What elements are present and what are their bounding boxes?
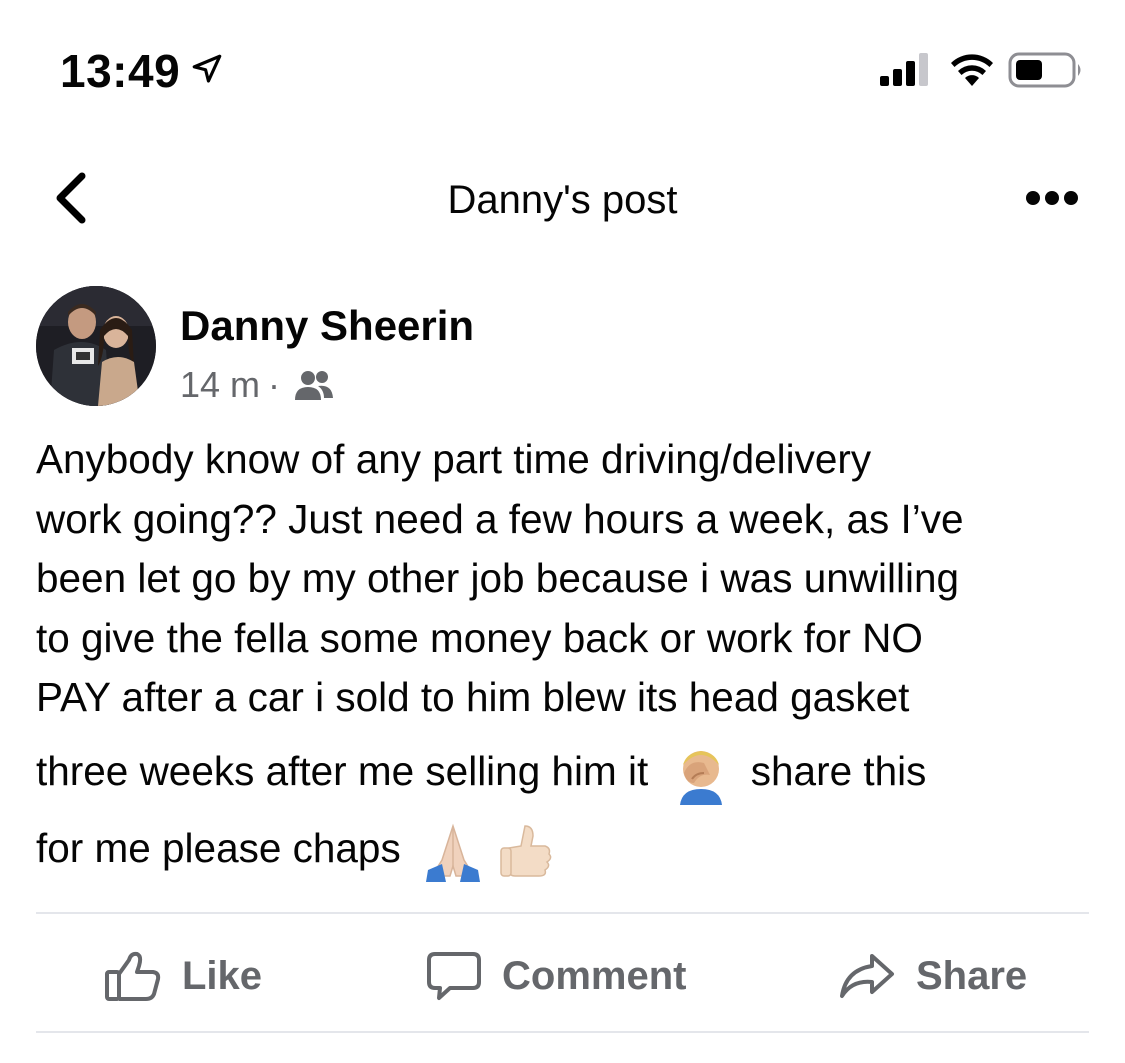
share-label: Share: [916, 953, 1028, 998]
post-line: to give the fella some money back or wor…: [36, 614, 923, 661]
post-line: three weeks after me selling him it shar…: [36, 742, 1096, 805]
more-options-button[interactable]: [1024, 186, 1080, 210]
like-button[interactable]: Like: [104, 946, 262, 1006]
post-body: Anybody know of any part time driving/de…: [36, 430, 1096, 883]
post-meta: 14 m ·: [180, 364, 334, 406]
page-title: Danny's post: [447, 178, 678, 222]
cellular-signal-icon: [880, 53, 928, 86]
meta-separator: ·: [268, 364, 281, 405]
comment-icon: [427, 952, 481, 1000]
author-name[interactable]: Danny Sheerin: [180, 302, 474, 350]
post-text-segment: three weeks after me selling him it: [36, 747, 649, 794]
post-line: for me please chaps: [36, 819, 1096, 883]
share-icon: [840, 954, 894, 998]
battery-icon: [1008, 52, 1081, 88]
avatar[interactable]: [36, 286, 156, 406]
post-line: PAY after a car i sold to him blew its h…: [36, 674, 910, 720]
face-palm-emoji-icon: [679, 750, 722, 805]
wifi-icon: [951, 54, 993, 86]
profile-photo: [36, 286, 156, 406]
like-icon: [105, 951, 161, 1001]
post-timestamp[interactable]: 14 m: [180, 364, 260, 406]
post-line: Anybody know of any part time driving/de…: [36, 436, 872, 482]
post-text-segment: for me please chaps: [36, 824, 401, 871]
share-button[interactable]: Share: [838, 946, 1027, 1006]
comment-label: Comment: [502, 953, 687, 998]
location-arrow-icon: [192, 54, 222, 83]
status-time: 13:49: [60, 45, 181, 97]
post-text-segment: share this: [750, 747, 927, 794]
like-label: Like: [182, 953, 263, 998]
divider: [36, 1031, 1089, 1033]
thumbs-up-emoji-icon: [500, 825, 552, 877]
folded-hands-emoji-icon: [425, 823, 480, 883]
post-line: work going?? Just need a few hours a wee…: [36, 495, 964, 542]
friends-icon[interactable]: [294, 368, 334, 402]
post-line: been let go by my other job because i wa…: [36, 555, 960, 601]
divider: [36, 912, 1089, 914]
comment-button[interactable]: Comment: [426, 946, 686, 1006]
